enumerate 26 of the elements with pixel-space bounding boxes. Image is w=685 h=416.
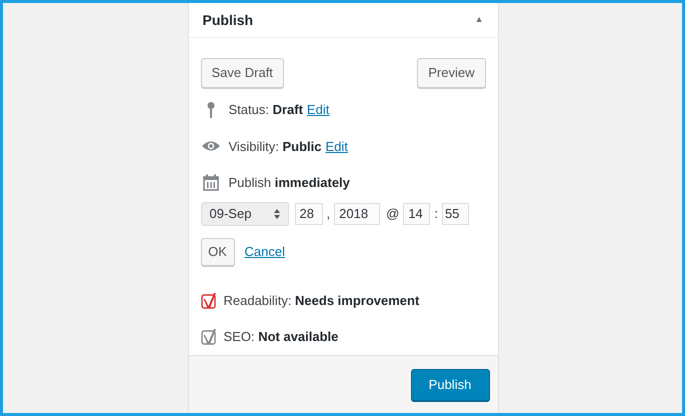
ok-button[interactable]: OK [200, 238, 234, 266]
panel-title: Publish [202, 10, 254, 30]
schedule-text: Publish immediately [228, 174, 350, 192]
minute-field[interactable]: 55 [442, 202, 469, 224]
pin-icon [206, 100, 216, 119]
separator: : [434, 204, 438, 223]
visibility-text: Visibility: Public [228, 138, 322, 156]
seo-score-text: Readability: Needs improvement [224, 292, 420, 310]
spinner-icon [274, 208, 280, 218]
collapse-toggle[interactable]: ▲ [474, 13, 484, 27]
edit-link[interactable]: Edit [306, 100, 330, 120]
publish-button[interactable]: Publish [410, 368, 490, 400]
seo-score-text: SEO: Not available [224, 328, 338, 346]
edit-link[interactable]: Edit [325, 136, 348, 156]
separator: , [326, 204, 330, 223]
preview-button[interactable]: Preview [417, 58, 486, 88]
month-select[interactable]: 09-Sep [200, 202, 288, 226]
year-field[interactable]: 2018 [334, 202, 380, 224]
save-draft-button[interactable]: Save Draft [200, 58, 284, 88]
day-field[interactable]: 28 [294, 202, 322, 224]
hour-field[interactable]: 14 [403, 202, 430, 224]
separator: @ [386, 204, 400, 223]
status-text: Status: Draft [228, 101, 303, 119]
calendar-icon [202, 174, 218, 192]
eye-icon [200, 140, 220, 152]
cancel-link[interactable]: Cancel [244, 242, 285, 262]
